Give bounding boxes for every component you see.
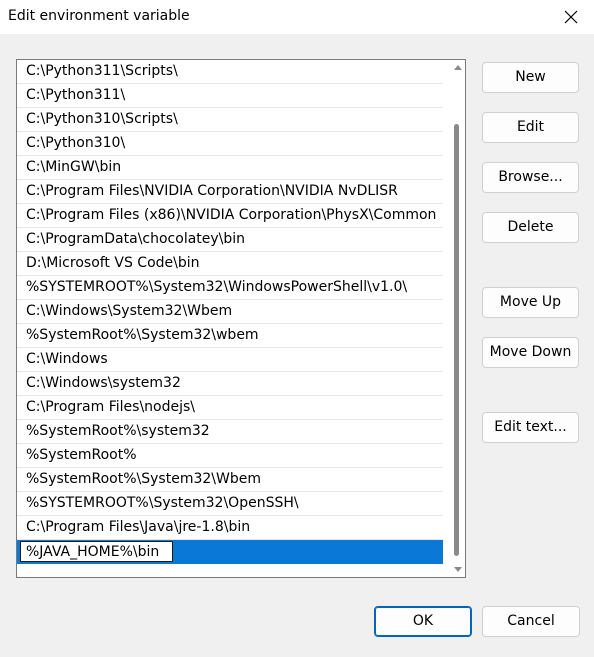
window-title: Edit environment variable <box>8 8 190 24</box>
edit-button[interactable]: Edit <box>482 112 579 143</box>
list-item[interactable]: C:\Windows\System32\Wbem <box>17 300 443 324</box>
list-item[interactable]: D:\Microsoft VS Code\bin <box>17 252 443 276</box>
list-item[interactable]: C:\Windows <box>17 348 443 372</box>
scroll-up-button[interactable] <box>451 60 465 74</box>
list-item-selected[interactable] <box>17 540 443 564</box>
list-item[interactable]: C:\Program Files\NVIDIA Corporation\NVID… <box>17 180 443 204</box>
list-item[interactable]: C:\Program Files\nodejs\ <box>17 396 443 420</box>
list-item[interactable]: C:\Windows\system32 <box>17 372 443 396</box>
list-item[interactable]: %SystemRoot%\System32\Wbem <box>17 468 443 492</box>
list-item[interactable]: C:\MinGW\bin <box>17 156 443 180</box>
move-up-button[interactable]: Move Up <box>482 287 579 318</box>
list-item[interactable]: C:\Python311\ <box>17 84 443 108</box>
vertical-scrollbar[interactable] <box>451 60 465 577</box>
cancel-button[interactable]: Cancel <box>482 606 580 637</box>
list-item[interactable]: %SYSTEMROOT%\System32\WindowsPowerShell\… <box>17 276 443 300</box>
scroll-down-button[interactable] <box>451 563 465 577</box>
delete-button[interactable]: Delete <box>482 212 579 243</box>
list-item[interactable]: C:\Python310\Scripts\ <box>17 108 443 132</box>
list-item[interactable]: %SystemRoot%\system32 <box>17 420 443 444</box>
scroll-down-arrow-icon <box>454 567 462 572</box>
new-button[interactable]: New <box>482 62 579 93</box>
edit-text-button[interactable]: Edit text... <box>482 412 579 443</box>
list-item[interactable]: C:\Python311\Scripts\ <box>17 60 443 84</box>
browse-button[interactable]: Browse... <box>482 162 579 193</box>
close-icon <box>564 10 578 24</box>
path-list[interactable]: C:\Python311\Scripts\ C:\Python311\ C:\Pyt… <box>16 59 466 578</box>
close-button[interactable] <box>548 0 594 34</box>
path-edit-field[interactable] <box>20 541 173 562</box>
title-bar: Edit environment variable <box>0 0 594 34</box>
list-item[interactable]: %SystemRoot% <box>17 444 443 468</box>
ok-button[interactable]: OK <box>374 606 472 637</box>
list-item[interactable]: C:\Program Files (x86)\NVIDIA Corporatio… <box>17 204 443 228</box>
scroll-up-arrow-icon <box>454 65 462 70</box>
list-item[interactable]: C:\Python310\ <box>17 132 443 156</box>
list-item[interactable]: %SYSTEMROOT%\System32\OpenSSH\ <box>17 492 443 516</box>
scroll-thumb[interactable] <box>454 124 459 556</box>
list-item[interactable]: C:\ProgramData\chocolatey\bin <box>17 228 443 252</box>
list-item[interactable]: C:\Program Files\Java\jre-1.8\bin <box>17 516 443 540</box>
list-item[interactable]: %SystemRoot%\System32\wbem <box>17 324 443 348</box>
move-down-button[interactable]: Move Down <box>482 337 579 368</box>
